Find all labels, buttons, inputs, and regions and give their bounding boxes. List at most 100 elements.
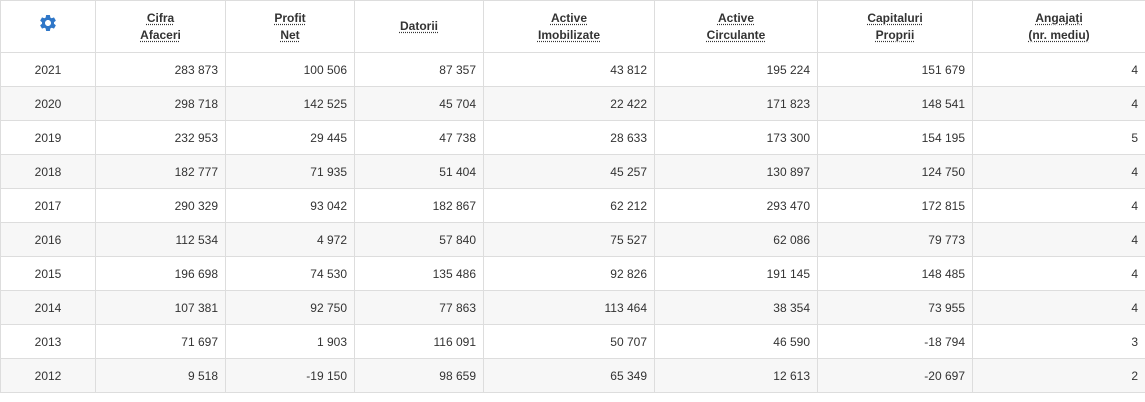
- value-cell: -18 794: [817, 324, 973, 359]
- value-cell: 2: [972, 358, 1145, 393]
- column-header-line2: Imobilizate: [537, 27, 600, 42]
- value-cell: 154 195: [817, 120, 973, 155]
- column-header-line1: Capitaluri: [867, 10, 923, 25]
- value-cell: 298 718: [95, 86, 226, 121]
- value-cell: 43 812: [483, 52, 655, 87]
- value-cell: 5: [972, 120, 1145, 155]
- value-cell: 93 042: [225, 188, 355, 223]
- value-cell: 135 486: [354, 256, 484, 291]
- table-header: Cifra Afaceri Profit Net Datorii Active Imobil…: [0, 0, 1145, 53]
- year-cell: 2020: [0, 86, 96, 121]
- column-header-label[interactable]: Profit Net: [274, 10, 305, 44]
- value-cell: 71 935: [225, 154, 355, 189]
- column-header-line1: Datorii: [399, 19, 438, 33]
- column-header-label[interactable]: Cifra Afaceri: [140, 10, 181, 44]
- table-body: 2021 283 873 100 506 87 357 43 812 195 224 151…: [0, 52, 1145, 393]
- value-cell: 87 357: [354, 52, 484, 87]
- column-header-label[interactable]: Capitaluri Proprii: [867, 10, 922, 44]
- value-cell: 4: [972, 188, 1145, 223]
- value-cell: 79 773: [817, 222, 973, 257]
- column-header-label[interactable]: Angajați (nr. mediu): [1028, 10, 1089, 44]
- value-cell: 142 525: [225, 86, 355, 121]
- year-cell: 2018: [0, 154, 96, 189]
- column-header-2[interactable]: Datorii: [354, 0, 484, 53]
- value-cell: 29 445: [225, 120, 355, 155]
- column-header-line2: Circulante: [706, 27, 766, 42]
- year-cell: 2014: [0, 290, 96, 325]
- year-cell: 2017: [0, 188, 96, 223]
- value-cell: 46 590: [654, 324, 818, 359]
- value-cell: 77 863: [354, 290, 484, 325]
- value-cell: 22 422: [483, 86, 655, 121]
- column-header-line1: Angajați: [1035, 10, 1083, 25]
- value-cell: 232 953: [95, 120, 226, 155]
- value-cell: 45 704: [354, 86, 484, 121]
- column-header-5[interactable]: Capitaluri Proprii: [817, 0, 973, 53]
- column-header-4[interactable]: Active Circulante: [654, 0, 818, 53]
- value-cell: 173 300: [654, 120, 818, 155]
- value-cell: 148 485: [817, 256, 973, 291]
- value-cell: 51 404: [354, 154, 484, 189]
- value-cell: 4 972: [225, 222, 355, 257]
- value-cell: 283 873: [95, 52, 226, 87]
- value-cell: 124 750: [817, 154, 973, 189]
- value-cell: 98 659: [354, 358, 484, 393]
- column-header-line2: (nr. mediu): [1028, 27, 1090, 42]
- value-cell: 45 257: [483, 154, 655, 189]
- value-cell: 74 530: [225, 256, 355, 291]
- value-cell: -20 697: [817, 358, 973, 393]
- column-header-0[interactable]: Cifra Afaceri: [95, 0, 226, 53]
- column-header-line1: Cifra: [146, 10, 175, 25]
- table-row: 2014 107 381 92 750 77 863 113 464 38 354 73 9…: [0, 290, 1145, 325]
- value-cell: 107 381: [95, 290, 226, 325]
- value-cell: -19 150: [225, 358, 355, 393]
- value-cell: 112 534: [95, 222, 226, 257]
- value-cell: 4: [972, 290, 1145, 325]
- table-row: 2012 9 518 -19 150 98 659 65 349 12 613 -20 69…: [0, 358, 1145, 393]
- year-cell: 2019: [0, 120, 96, 155]
- table-row: 2015 196 698 74 530 135 486 92 826 191 145 148…: [0, 256, 1145, 291]
- value-cell: 92 750: [225, 290, 355, 325]
- value-cell: 4: [972, 86, 1145, 121]
- settings-header-cell[interactable]: [0, 0, 96, 53]
- column-header-line2: Proprii: [875, 27, 915, 42]
- value-cell: 3: [972, 324, 1145, 359]
- column-header-line1: Active: [717, 10, 755, 25]
- column-header-label[interactable]: Active Imobilizate: [538, 10, 600, 44]
- value-cell: 1 903: [225, 324, 355, 359]
- value-cell: 38 354: [654, 290, 818, 325]
- column-header-1[interactable]: Profit Net: [225, 0, 355, 53]
- value-cell: 116 091: [354, 324, 484, 359]
- value-cell: 151 679: [817, 52, 973, 87]
- table-row: 2020 298 718 142 525 45 704 22 422 171 823 148…: [0, 86, 1145, 121]
- value-cell: 62 212: [483, 188, 655, 223]
- value-cell: 71 697: [95, 324, 226, 359]
- column-header-line2: Afaceri: [140, 27, 181, 42]
- value-cell: 92 826: [483, 256, 655, 291]
- column-header-line1: Active: [550, 10, 587, 25]
- value-cell: 290 329: [95, 188, 226, 223]
- table-row: 2019 232 953 29 445 47 738 28 633 173 300 154 …: [0, 120, 1145, 155]
- value-cell: 182 867: [354, 188, 484, 223]
- value-cell: 4: [972, 154, 1145, 189]
- value-cell: 100 506: [225, 52, 355, 87]
- year-cell: 2013: [0, 324, 96, 359]
- value-cell: 195 224: [654, 52, 818, 87]
- gear-icon[interactable]: [38, 13, 58, 33]
- column-header-label[interactable]: Active Circulante: [707, 10, 766, 44]
- value-cell: 148 541: [817, 86, 973, 121]
- value-cell: 73 955: [817, 290, 973, 325]
- value-cell: 191 145: [654, 256, 818, 291]
- column-header-6[interactable]: Angajați (nr. mediu): [972, 0, 1145, 53]
- value-cell: 171 823: [654, 86, 818, 121]
- year-cell: 2021: [0, 52, 96, 87]
- year-cell: 2015: [0, 256, 96, 291]
- value-cell: 65 349: [483, 358, 655, 393]
- value-cell: 9 518: [95, 358, 226, 393]
- value-cell: 196 698: [95, 256, 226, 291]
- value-cell: 172 815: [817, 188, 973, 223]
- table-row: 2018 182 777 71 935 51 404 45 257 130 897 124 …: [0, 154, 1145, 189]
- value-cell: 12 613: [654, 358, 818, 393]
- column-header-3[interactable]: Active Imobilizate: [483, 0, 655, 53]
- column-header-label[interactable]: Datorii: [400, 18, 438, 35]
